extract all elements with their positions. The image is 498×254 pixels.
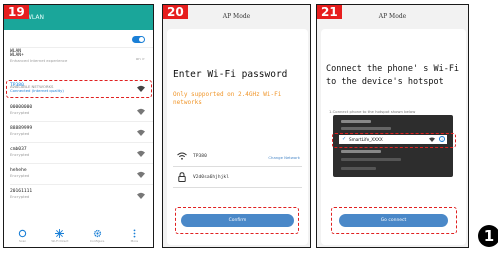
wlan-plus-sub: Enhanced Internet experience bbox=[10, 58, 68, 63]
bottom-nav: Scan Wi-Fi Direct Configure More bbox=[4, 227, 153, 247]
divider bbox=[10, 47, 153, 48]
network-item[interactable]: 88889999 Encrypted bbox=[10, 126, 147, 136]
password-input[interactable]: V2d0sa6hjhjkl bbox=[193, 175, 229, 180]
refresh-icon bbox=[18, 229, 27, 238]
enter-password-panel: 20 AP Mode Enter Wi-Fi password Only sup… bbox=[162, 4, 311, 248]
gear-icon bbox=[93, 229, 101, 238]
band-note: Only supported on 2.4GHz Wi-Fi networks bbox=[173, 91, 282, 106]
connect-hotspot-panel: 21 AP Mode Connect the phone' s Wi-Fi to… bbox=[316, 4, 469, 248]
network-status: Encrypted bbox=[10, 173, 30, 178]
wifi-icon bbox=[177, 152, 187, 160]
placeholder-bar bbox=[341, 127, 391, 130]
placeholder-bar bbox=[341, 167, 376, 170]
wlan-plus-row[interactable]: WLAN+ Enhanced Internet experience on > bbox=[10, 53, 147, 63]
wifi-locked-icon bbox=[137, 108, 145, 115]
more-icon bbox=[133, 229, 136, 238]
network-item[interactable]: hehehe Encrypted bbox=[10, 168, 147, 178]
wifi-locked-icon bbox=[137, 171, 145, 178]
placeholder-bar bbox=[341, 158, 401, 161]
password-heading: Enter Wi-Fi password bbox=[173, 69, 288, 80]
wifi-locked-icon bbox=[137, 192, 145, 199]
page-step-number: 1 bbox=[478, 225, 498, 247]
placeholder-bar bbox=[341, 120, 371, 123]
nav-more[interactable]: More bbox=[124, 229, 144, 243]
placeholder-bar bbox=[341, 150, 381, 153]
hotspot-heading: Connect the phone' s Wi-Fi to the device… bbox=[326, 64, 460, 87]
highlight-box-confirm bbox=[175, 207, 299, 234]
divider bbox=[173, 187, 302, 188]
network-status: Encrypted bbox=[10, 194, 30, 199]
ssid-value: TP380 bbox=[193, 154, 207, 159]
divider bbox=[10, 121, 153, 122]
highlight-box-hotspot bbox=[332, 133, 456, 148]
hotspot-instruction: 1.Connect phone to the hotspot shown bel… bbox=[329, 109, 416, 114]
nav-configure[interactable]: Configure bbox=[87, 229, 107, 243]
network-status: Encrypted bbox=[10, 131, 30, 136]
wifi-locked-icon bbox=[137, 150, 145, 157]
network-item[interactable]: 20161111 Encrypted bbox=[10, 189, 147, 199]
step-number-badge: 21 bbox=[317, 5, 342, 19]
highlight-box-tp380 bbox=[6, 80, 152, 98]
divider bbox=[10, 163, 153, 164]
wifi-locked-icon bbox=[137, 129, 145, 136]
divider bbox=[10, 184, 153, 185]
nav-scan[interactable]: Scan bbox=[13, 229, 33, 243]
wlan-toggle[interactable] bbox=[132, 36, 145, 43]
network-status: Encrypted bbox=[10, 110, 30, 115]
wlan-plus-value: on > bbox=[135, 56, 145, 61]
step-number-badge: 19 bbox=[4, 5, 29, 19]
step-number-badge: 20 bbox=[163, 5, 188, 19]
nav-wifi-direct[interactable]: Wi-Fi Direct bbox=[50, 229, 70, 243]
lock-icon bbox=[178, 172, 186, 182]
change-network-link[interactable]: Change Network bbox=[268, 155, 300, 160]
network-item[interactable]: cmb037 Encrypted bbox=[10, 147, 147, 157]
wlan-settings-panel: 19 WLAN WLAN WLAN+ Enhanced Internet exp… bbox=[3, 4, 154, 248]
wifi-direct-icon bbox=[55, 229, 65, 238]
highlight-box-go-connect bbox=[331, 207, 457, 234]
network-status: Encrypted bbox=[10, 152, 30, 157]
divider bbox=[173, 166, 302, 167]
divider bbox=[10, 142, 153, 143]
network-item[interactable]: 00000000 Encrypted bbox=[10, 105, 147, 115]
